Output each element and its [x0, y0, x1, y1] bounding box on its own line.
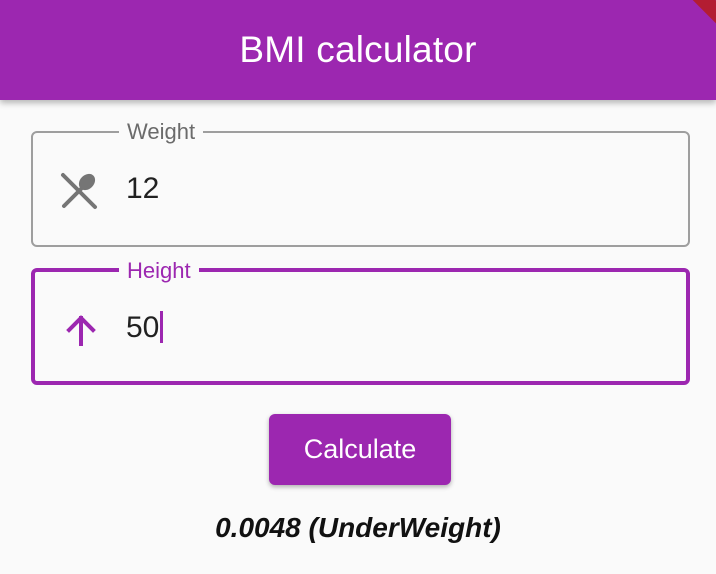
app-bar: BMI calculator — [0, 0, 716, 100]
height-input-text: 50 — [126, 311, 160, 344]
weight-input[interactable]: 12 — [126, 171, 159, 207]
restaurant-icon — [59, 171, 99, 211]
bmi-result: 0.0048 (UnderWeight) — [215, 512, 501, 543]
weight-field[interactable]: Weight 12 — [31, 118, 690, 247]
debug-banner — [672, 0, 716, 36]
arrow-upward-icon — [61, 310, 101, 350]
calculate-button[interactable]: Calculate — [269, 414, 451, 485]
text-caret — [160, 311, 164, 343]
height-label: Height — [119, 257, 199, 285]
app-title: BMI calculator — [239, 29, 477, 70]
height-input[interactable]: 50 — [126, 310, 164, 346]
height-field[interactable]: Height 50 — [31, 257, 690, 385]
weight-label: Weight — [119, 118, 204, 146]
